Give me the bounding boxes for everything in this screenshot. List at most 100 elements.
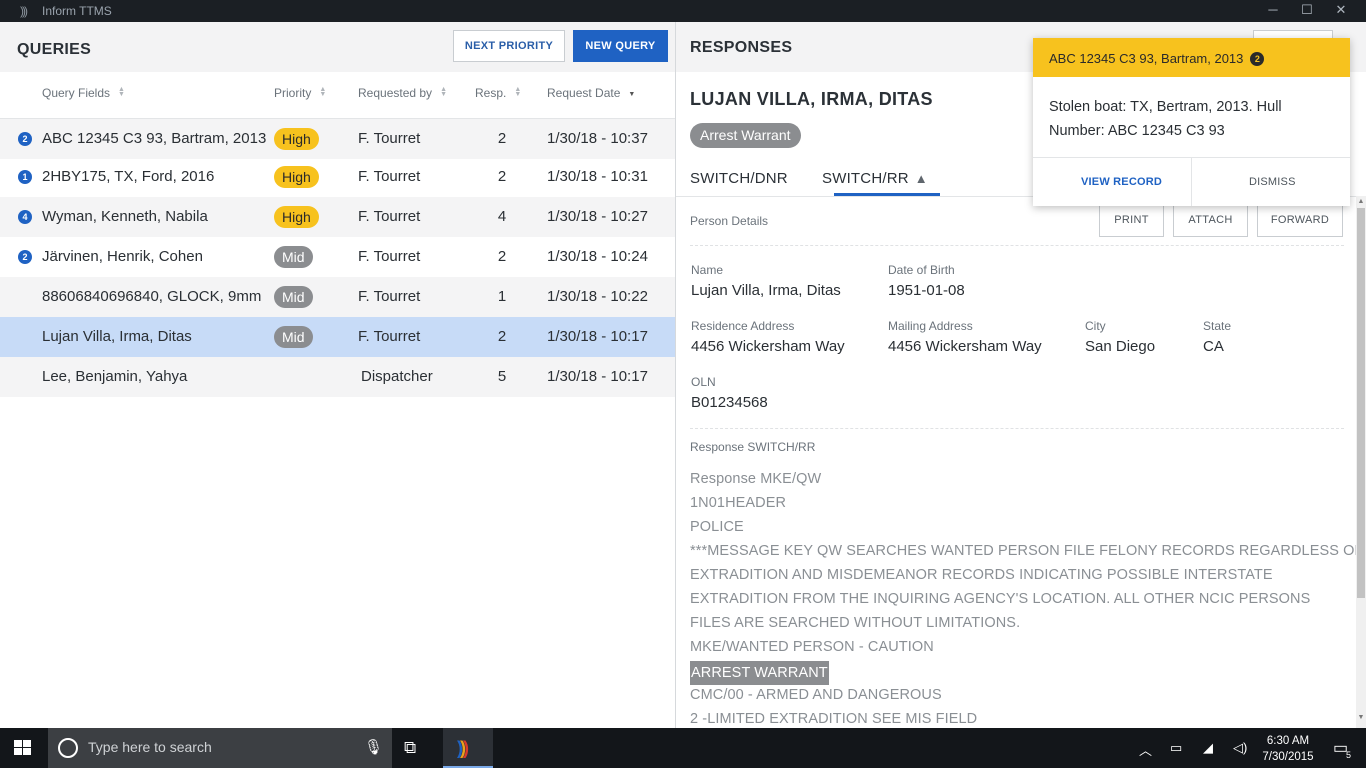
sort-desc-icon: ▼ — [628, 91, 636, 98]
response-line: ***MESSAGE KEY QW SEARCHES WANTED PERSON… — [690, 543, 1364, 559]
scroll-up-icon[interactable]: ▲ — [1356, 198, 1366, 205]
notification-body: Stolen boat: TX, Bertram, 2013. Hull Num… — [1049, 99, 1282, 139]
mailing-value: 4456 Wickersham Way — [888, 338, 1042, 355]
mailing-label: Mailing Address — [888, 319, 973, 333]
request-date-cell: 1/30/18 - 10:37 — [547, 130, 648, 147]
tab-switch-rr[interactable]: SWITCH/RR ▲ — [822, 170, 928, 187]
table-row[interactable]: Lee, Benjamin, Yahya Dispatcher 5 1/30/1… — [0, 357, 675, 397]
tab-switch-dnr[interactable]: SWITCH/DNR — [690, 170, 788, 187]
scroll-down-icon[interactable]: ▼ — [1356, 714, 1366, 721]
person-name-title: LUJAN VILLA, IRMA, DITAS — [690, 89, 933, 109]
response-line: EXTRADITION AND MISDEMEANOR RECORDS INDI… — [690, 567, 1273, 583]
priority-pill: Mid — [274, 286, 313, 308]
notification-count-badge: 2 — [1250, 52, 1265, 66]
query-fields-cell: Wyman, Kenneth, Nabila — [42, 208, 208, 225]
windows-start-icon[interactable] — [14, 740, 32, 756]
request-date-cell: 1/30/18 - 10:27 — [547, 208, 648, 225]
notification-title: ABC 12345 C3 93, Bartram, 2013 — [1049, 51, 1244, 66]
person-details-label: Person Details — [690, 214, 769, 228]
view-record-button[interactable]: VIEW RECORD — [1081, 176, 1162, 188]
query-fields-cell: Järvinen, Henrik, Cohen — [42, 248, 203, 265]
network-icon[interactable]: ◢ — [1203, 740, 1213, 756]
response-line: EXTRADITION FROM THE INQUIRING AGENCY'S … — [690, 591, 1311, 607]
taskbar: Type here to search 🎙 ⧉ ))) ︿ ▭ ◢ ◁) 6:3… — [0, 728, 1366, 768]
app-logo-icon: ))) — [20, 4, 28, 18]
dismiss-button[interactable]: DISMISS — [1249, 176, 1296, 188]
request-date-cell: 1/30/18 - 10:17 — [547, 368, 648, 385]
taskbar-search[interactable]: Type here to search 🎙 — [48, 728, 392, 768]
attach-button[interactable]: ATTACH — [1173, 203, 1248, 237]
volume-icon[interactable]: ◁) — [1233, 740, 1247, 756]
response-line: Response MKE/QW — [690, 471, 822, 487]
close-icon[interactable]: ✕ — [1331, 2, 1351, 18]
requested-by-cell: F. Tourret — [358, 208, 421, 225]
sort-icon: ▲ ▼ — [319, 86, 327, 98]
response-line: MKE/WANTED PERSON - CAUTION — [690, 639, 934, 655]
search-placeholder: Type here to search — [88, 739, 212, 755]
notification-header: ABC 12345 C3 93, Bartram, 2013 2 — [1033, 38, 1350, 77]
sort-icon: ▲ ▼ — [514, 86, 522, 98]
dob-value: 1951-01-08 — [888, 282, 965, 299]
response-count-badge: 1 — [18, 170, 32, 184]
maximize-icon[interactable]: ☐ — [1297, 2, 1317, 18]
table-row-selected[interactable]: Lujan Villa, Irma, Ditas Mid F. Tourret … — [0, 317, 675, 357]
priority-pill: High — [274, 206, 319, 228]
response-line-highlighted: ARREST WARRANT — [690, 661, 829, 685]
resp-cell: 2 — [497, 168, 507, 185]
print-button[interactable]: PRINT — [1099, 203, 1164, 237]
resp-cell: 1 — [497, 288, 507, 305]
oln-value: B01234568 — [691, 394, 768, 411]
battery-icon[interactable]: ▭ — [1170, 740, 1182, 756]
resp-cell: 4 — [497, 208, 507, 225]
new-query-button[interactable]: NEW QUERY — [573, 30, 668, 62]
priority-pill: High — [274, 166, 319, 188]
divider — [690, 245, 1344, 246]
resp-cell: 2 — [497, 328, 507, 345]
notification-popup: ABC 12345 C3 93, Bartram, 2013 2 Stolen b… — [1033, 38, 1350, 206]
city-label: City — [1085, 319, 1106, 333]
chevron-up-icon[interactable]: ︿ — [1139, 740, 1152, 759]
system-clock[interactable]: 6:30 AM 7/30/2015 — [1258, 733, 1318, 765]
column-request-date[interactable]: Request Date ▼ — [547, 86, 635, 100]
forward-button[interactable]: FORWARD — [1257, 203, 1343, 237]
response-label: Response SWITCH/RR — [690, 440, 816, 454]
residence-label: Residence Address — [691, 319, 795, 333]
resp-cell: 2 — [497, 248, 507, 265]
table-row[interactable]: 2 ABC 12345 C3 93, Bartram, 2013 High F.… — [0, 119, 675, 159]
requested-by-cell: F. Tourret — [358, 288, 421, 305]
table-row[interactable]: 88606840696840, GLOCK, 9mm Mid F. Tourre… — [0, 277, 675, 317]
cortana-icon[interactable] — [58, 738, 78, 758]
priority-pill: Mid — [274, 246, 313, 268]
requested-by-cell: F. Tourret — [358, 248, 421, 265]
inform-app-taskbar-button[interactable]: ))) — [443, 728, 493, 768]
request-date-cell: 1/30/18 - 10:31 — [547, 168, 648, 185]
response-count-badge: 2 — [18, 250, 32, 264]
priority-pill: Mid — [274, 326, 313, 348]
task-view-icon[interactable]: ⧉ — [404, 738, 416, 758]
response-count-badge: 2 — [18, 132, 32, 146]
response-line: FILES ARE SEARCHED WITHOUT LIMITATIONS. — [690, 615, 1021, 631]
column-priority[interactable]: Priority ▲ ▼ — [274, 86, 326, 100]
responses-title: RESPONSES — [690, 39, 793, 56]
residence-value: 4456 Wickersham Way — [691, 338, 845, 355]
table-row[interactable]: 2 Järvinen, Henrik, Cohen Mid F. Tourret… — [0, 237, 675, 277]
request-date-cell: 1/30/18 - 10:22 — [547, 288, 648, 305]
microphone-icon[interactable]: 🎙 — [364, 738, 383, 756]
table-row[interactable]: 1 2HBY175, TX, Ford, 2016 High F. Tourre… — [0, 157, 675, 197]
city-value: San Diego — [1085, 338, 1156, 355]
column-resp[interactable]: Resp. ▲ ▼ — [475, 86, 521, 100]
scrollbar-thumb[interactable] — [1357, 208, 1365, 598]
response-count-badge: 4 — [18, 210, 32, 224]
resp-cell: 5 — [497, 368, 507, 385]
app-logo-icon: ))) — [457, 738, 469, 758]
minimize-icon[interactable]: ─ — [1263, 2, 1283, 17]
column-requested-by[interactable]: Requested by ▲ ▼ — [358, 86, 447, 100]
response-line: 2 -LIMITED EXTRADITION SEE MIS FIELD — [690, 711, 978, 727]
table-row[interactable]: 4 Wyman, Kenneth, Nabila High F. Tourret… — [0, 197, 675, 237]
next-priority-button[interactable]: NEXT PRIORITY — [453, 30, 565, 62]
action-center-count: 5 — [1346, 750, 1352, 760]
sort-icon: ▲ ▼ — [440, 86, 447, 98]
response-line: POLICE — [690, 519, 744, 535]
arrest-warrant-badge: Arrest Warrant — [690, 123, 801, 148]
column-query-fields[interactable]: Query Fields ▲ ▼ — [42, 86, 125, 100]
